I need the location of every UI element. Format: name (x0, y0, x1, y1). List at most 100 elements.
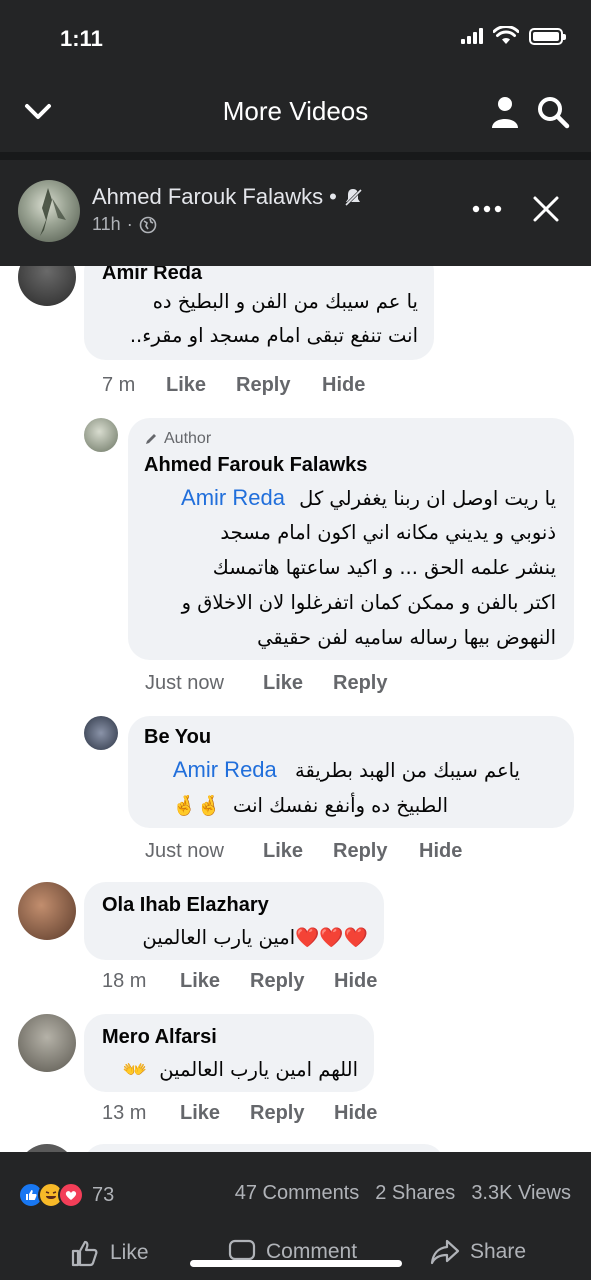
battery-icon (529, 27, 566, 45)
post-header: Ahmed Farouk Falawks • 11h · (0, 160, 591, 266)
hands-emoji: 👐 (122, 1058, 148, 1081)
post-author-name[interactable]: Ahmed Farouk Falawks (92, 184, 323, 210)
commenter-name[interactable]: Be You (144, 726, 211, 749)
commenter-name[interactable]: Ahmed Farouk Falawks (144, 454, 367, 477)
avatar[interactable] (18, 1144, 76, 1152)
commenter-name[interactable]: Ola Ihab Elazhary (102, 894, 269, 917)
hide-link[interactable]: Hide (322, 374, 365, 397)
comment-line: ذنوبي و يديني مكانه اني اكون امام مسجد (220, 521, 556, 544)
like-button[interactable]: Like (70, 1238, 149, 1268)
post-author-row: Ahmed Farouk Falawks • (92, 184, 363, 210)
signal-icon (461, 28, 483, 44)
comment-bubble: Mero Alfarsi اللهم امين يارب العالمين 👐 (84, 1014, 374, 1092)
reply-link[interactable]: Reply (333, 840, 419, 863)
thumbs-up-icon (71, 1240, 98, 1267)
author-badge: Author (144, 430, 211, 448)
comment-line-text: امين يارب العالمين (142, 926, 296, 949)
commenter-name[interactable]: Amir Reda (102, 266, 202, 285)
commenter-name[interactable]: Mero Alfarsi (102, 1026, 217, 1049)
status-time: 1:11 (60, 26, 103, 51)
wifi-icon (493, 26, 519, 44)
post-time: 11h (92, 214, 121, 234)
stats-bar: 73 47 Comments 2 Shares 3.3K Views (0, 1152, 591, 1232)
reply-link[interactable]: Reply (333, 672, 387, 695)
like-link[interactable]: Like (180, 1102, 250, 1125)
share-button[interactable]: Share (430, 1238, 526, 1266)
mention-link[interactable]: Amir Reda (173, 757, 277, 782)
hide-link[interactable]: Hide (419, 840, 462, 863)
reactions-summary[interactable]: 73 (18, 1182, 114, 1208)
globe-icon (139, 216, 157, 233)
like-link[interactable]: Like (263, 672, 333, 695)
avatar[interactable] (18, 1014, 76, 1072)
divider (0, 152, 591, 160)
engagement-stats: 47 Comments 2 Shares 3.3K Views (235, 1182, 571, 1205)
comment-line: انت تنفع تبقى امام مسجد او مقرء.. (129, 324, 418, 347)
comment-line-text: الطبيخ ده وأنفع نفسك انت (232, 794, 448, 817)
comment-time: Just now (145, 840, 224, 862)
like-label: Like (110, 1241, 149, 1264)
comment-line: ياعم سيبك من الهبد بطريقة Amir Reda (120, 752, 520, 788)
comment-actions: 7 m Like Reply Hide (102, 374, 365, 397)
comment-time: 7 m (102, 374, 136, 396)
mention-link[interactable]: Amir Reda (181, 485, 285, 510)
comment-line: يا ريت اوصل ان ربنا يغفرلي كل Amir Reda (136, 480, 556, 516)
avatar[interactable] (18, 882, 76, 940)
status-bar: 1:11 (0, 0, 591, 70)
views-count: 3.3K Views (471, 1182, 571, 1204)
hide-link[interactable]: Hide (334, 970, 377, 993)
post-action-bar: Like Comment Share (0, 1232, 591, 1280)
hide-link[interactable]: Hide (334, 1102, 377, 1125)
reaction-count: 73 (92, 1183, 115, 1206)
like-link[interactable]: Like (166, 374, 236, 397)
author-label: Author (164, 430, 212, 447)
comment-time: Just now (145, 672, 224, 694)
love-reaction-icon (58, 1182, 84, 1208)
comment-line: يا عم سيبك من الفن و البطيخ ده (152, 290, 418, 313)
more-options-icon[interactable] (469, 194, 505, 224)
reply-link[interactable]: Reply (236, 374, 322, 397)
comment-time: 18 m (102, 970, 147, 992)
comments-list[interactable]: Amir Reda يا عم سيبك من الفن و البطيخ ده… (0, 266, 591, 1152)
reply-link[interactable]: Reply (250, 1102, 334, 1125)
search-icon[interactable] (533, 92, 573, 132)
pencil-icon (146, 434, 156, 444)
comment-actions: Just now Like Reply (145, 672, 387, 695)
comment-bubble: Amir Reda يا عم سيبك من الفن و البطيخ ده… (84, 266, 434, 360)
comment-bubble: Ola Ihab Elazhary ❤️❤️❤️امين يارب العالم… (84, 882, 384, 960)
meta-separator: · (126, 214, 133, 234)
reply-link[interactable]: Reply (250, 970, 334, 993)
author-avatar[interactable] (18, 180, 80, 242)
comment-line-text: اللهم امين يارب العالمين (159, 1058, 358, 1081)
top-header: More Videos (0, 70, 591, 152)
comment-time: 13 m (102, 1102, 147, 1124)
avatar[interactable] (18, 266, 76, 306)
comment-actions: 18 m Like Reply Hide (102, 970, 377, 993)
comments-count[interactable]: 47 Comments (235, 1182, 360, 1205)
comment-bubble: Be You ياعم سيبك من الهبد بطريقة Amir Re… (128, 716, 574, 828)
comment-line-text: ياعم سيبك من الهبد بطريقة (294, 759, 520, 782)
muted-bell-icon (344, 188, 362, 207)
comment-actions: Just now Like Reply Hide (145, 840, 462, 863)
share-icon (430, 1239, 460, 1265)
comment-line: اللهم امين يارب العالمين 👐 (98, 1052, 358, 1087)
comment-actions: 13 m Like Reply Hide (102, 1102, 377, 1125)
comment-bubble (84, 1144, 444, 1152)
comment-line: ❤️❤️❤️امين يارب العالمين (98, 920, 368, 955)
comment-line-text: يا ريت اوصل ان ربنا يغفرلي كل (299, 487, 556, 510)
avatar[interactable] (84, 716, 118, 750)
like-link[interactable]: Like (180, 970, 250, 993)
person-icon[interactable] (485, 92, 525, 132)
like-link[interactable]: Like (263, 840, 333, 863)
comment-line: النهوض بيها رساله ساميه لفن حقيقي (257, 626, 556, 649)
shares-count[interactable]: 2 Shares (375, 1182, 455, 1205)
avatar[interactable] (84, 418, 118, 452)
comment-line: الطبيخ ده وأنفع نفسك انت 🤞🤞 (148, 788, 448, 823)
separator-dot: • (329, 184, 337, 209)
share-label: Share (470, 1240, 527, 1263)
post-meta: 11h · (92, 214, 157, 235)
home-indicator[interactable] (190, 1260, 402, 1267)
heart-emojis: ❤️❤️❤️ (295, 926, 368, 949)
close-icon[interactable] (531, 194, 561, 224)
comment-bubble: Author Ahmed Farouk Falawks يا ريت اوصل … (128, 418, 574, 660)
